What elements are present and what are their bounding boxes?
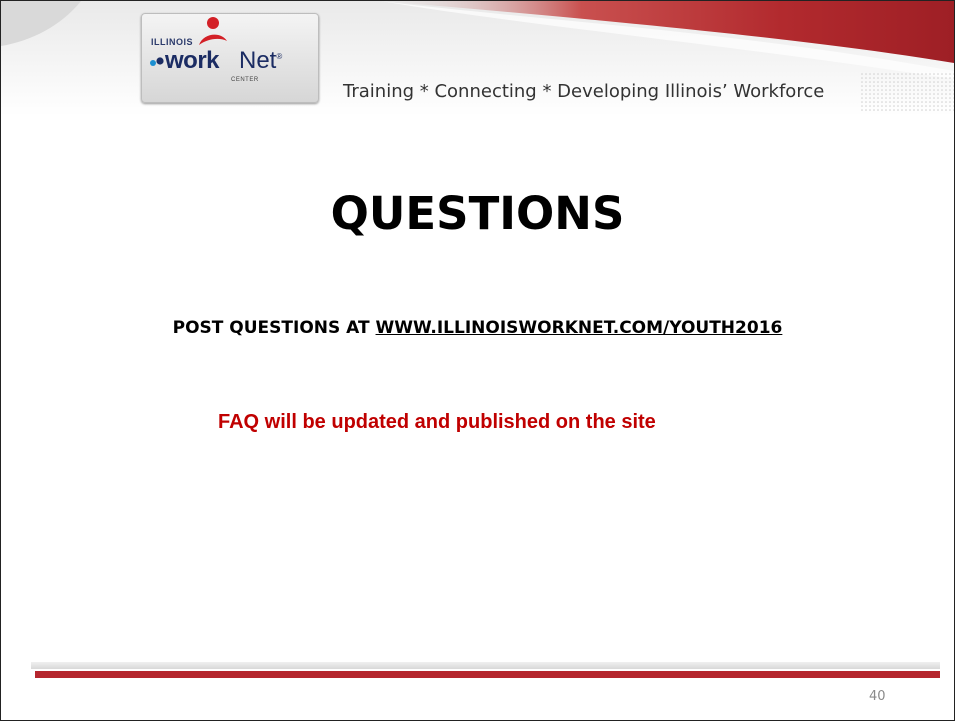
slide-title: QUESTIONS xyxy=(330,187,625,240)
header-banner: ILLINOIS work Net® CENTER Training * Con… xyxy=(1,1,954,116)
footer-divider-light xyxy=(31,662,940,669)
youth2016-link[interactable]: WWW.ILLINOISWORKNET.COM/YOUTH2016 xyxy=(376,318,783,338)
header-tagline: Training * Connecting * Developing Illin… xyxy=(343,81,825,102)
slide: ILLINOIS work Net® CENTER Training * Con… xyxy=(0,0,955,721)
post-questions-line: POST QUESTIONS AT WWW.ILLINOISWORKNET.CO… xyxy=(1,318,954,338)
person-figure-icon xyxy=(199,17,227,45)
post-questions-prefix: POST QUESTIONS AT xyxy=(172,318,376,338)
logo-net-text: Net® xyxy=(239,47,283,74)
footer-divider-red xyxy=(35,671,940,678)
logo-dots-icon xyxy=(150,57,164,66)
logo-state-text: ILLINOIS xyxy=(151,37,193,47)
logo-center-text: CENTER xyxy=(231,77,259,83)
page-number: 40 xyxy=(869,689,886,704)
illinois-worknet-logo: ILLINOIS work Net® CENTER xyxy=(141,13,319,103)
faq-note: FAQ will be updated and published on the… xyxy=(218,411,656,433)
logo-work-text: work xyxy=(165,47,220,74)
